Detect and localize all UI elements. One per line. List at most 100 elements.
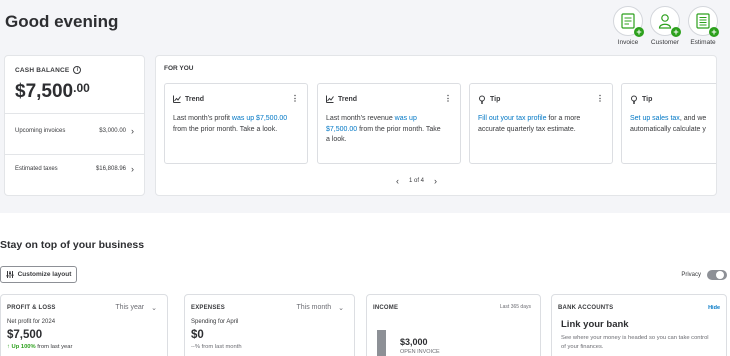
- insight-type: Trend: [185, 95, 205, 103]
- customer-icon: +: [650, 6, 681, 37]
- cash-balance-card: CASH BALANCE i $7,500.00 Upcoming invoic…: [4, 55, 145, 196]
- tip-link[interactable]: Fill out your tax profile: [478, 115, 546, 122]
- upcoming-invoices-row[interactable]: Upcoming invoices $3,000.00 ›: [15, 126, 134, 136]
- privacy-toggle[interactable]: [707, 270, 727, 280]
- plus-badge-icon: +: [634, 27, 644, 37]
- insight-card[interactable]: Trend ⋮ Last month's revenue was up $7,5…: [317, 83, 461, 164]
- insight-link[interactable]: was up: [395, 115, 417, 122]
- income-widget[interactable]: INCOME Last 365 days $3,000 OPEN INVOICE: [366, 294, 541, 356]
- quick-action-invoice[interactable]: + Invoice: [610, 6, 646, 46]
- widget-change: ↑ Up 100% from last year: [7, 344, 72, 350]
- chevron-right-icon: ›: [131, 164, 134, 174]
- period-label: This month: [296, 304, 332, 311]
- widget-title: BANK ACCOUNTS: [558, 305, 614, 311]
- change-value: ↑ Up 100%: [7, 344, 36, 350]
- more-options-icon[interactable]: ⋮: [291, 94, 299, 103]
- income-amount: $3,000: [400, 337, 428, 347]
- widget-change: --% from last month: [191, 344, 242, 350]
- hide-link[interactable]: Hide: [708, 305, 720, 311]
- insight-text-part: Last month's revenue: [326, 115, 395, 122]
- chevron-right-icon[interactable]: ›: [434, 176, 437, 186]
- tip-link[interactable]: Set up sales tax: [630, 115, 680, 122]
- quick-action-estimate[interactable]: + Estimate: [685, 6, 721, 46]
- cash-balance-amount-cents: .00: [73, 81, 90, 95]
- lightbulb-icon: [631, 95, 637, 104]
- income-label: OPEN INVOICE: [400, 349, 440, 355]
- insight-header: Trend: [326, 95, 357, 103]
- insight-card[interactable]: Trend ⋮ Last month's profit was up $7,50…: [164, 83, 308, 164]
- insight-text-part: from the prior month. Take a look.: [173, 125, 278, 133]
- divider: [5, 154, 144, 155]
- toggle-knob: [716, 271, 724, 279]
- insight-text: Last month's profit was up $7,500.00 fro…: [173, 114, 301, 135]
- chevron-down-icon: ⌄: [151, 305, 157, 312]
- insight-text: Last month's revenue was up $7,500.00 fr…: [326, 114, 454, 146]
- chevron-right-icon: ›: [131, 126, 134, 136]
- insight-text-part: a look.: [326, 136, 347, 143]
- cash-balance-amount: $7,500.00: [15, 81, 90, 103]
- widget-amount: $7,500: [7, 329, 43, 341]
- period-dropdown[interactable]: This year ⌄: [115, 304, 157, 312]
- insight-link[interactable]: $7,500.00: [326, 126, 357, 133]
- divider: [5, 113, 144, 114]
- period-dropdown[interactable]: This month ⌄: [297, 304, 345, 312]
- widget-title: PROFIT & LOSS: [7, 305, 56, 311]
- estimated-taxes-row[interactable]: Estimated taxes $16,808.96 ›: [15, 164, 134, 174]
- cash-balance-amount-main: $7,500: [15, 81, 74, 102]
- tip-text: Set up sales tax, and we automatically c…: [630, 114, 716, 135]
- carousel-pager: ‹ 1 of 4 ›: [396, 176, 437, 186]
- tip-card[interactable]: Tip ⋮ Fill out your tax profile for a mo…: [469, 83, 613, 164]
- widget-amount: $0: [191, 329, 204, 341]
- tip-type: Tip: [490, 96, 501, 103]
- bank-description: See where your money is headed so you ca…: [561, 335, 709, 350]
- chevron-down-icon: ⌄: [338, 305, 344, 312]
- quick-action-label: Estimate: [690, 39, 716, 46]
- tip-card[interactable]: Tip Set up sales tax, and we automatical…: [621, 83, 716, 164]
- privacy-control: Privacy: [681, 270, 727, 280]
- more-options-icon[interactable]: ⋮: [596, 94, 604, 103]
- profit-loss-widget[interactable]: PROFIT & LOSS This year ⌄ Net profit for …: [0, 294, 168, 356]
- cash-balance-header: CASH BALANCE i: [15, 66, 82, 74]
- cash-balance-title: CASH BALANCE: [15, 66, 70, 74]
- bank-accounts-widget[interactable]: BANK ACCOUNTS Hide Link your bank See wh…: [551, 294, 727, 356]
- widget-title: INCOME: [373, 305, 399, 311]
- more-options-icon[interactable]: ⋮: [444, 94, 452, 103]
- widget-title: EXPENSES: [191, 305, 225, 311]
- quick-action-customer[interactable]: + Customer: [647, 6, 683, 46]
- for-you-card: FOR YOU Trend ⋮ Last month's profit was …: [155, 55, 717, 196]
- quick-action-label: Invoice: [617, 39, 639, 46]
- sliders-icon: [6, 271, 14, 278]
- tip-text-part: accurate quarterly tax estimate.: [478, 125, 576, 133]
- widget-subtitle: Spending for April: [191, 319, 239, 325]
- customize-layout-label: Customize layout: [17, 271, 72, 278]
- lightbulb-icon: [479, 95, 485, 104]
- insight-text-part: from the prior month. Take: [357, 125, 441, 133]
- link-bank-heading: Link your bank: [561, 319, 629, 330]
- tip-text-part: for a more: [546, 115, 581, 122]
- row-label: Upcoming invoices: [15, 128, 66, 134]
- customize-layout-button[interactable]: Customize layout: [0, 266, 77, 283]
- row-value: $3,000.00: [99, 128, 126, 134]
- income-bar: [377, 330, 386, 356]
- info-icon[interactable]: i: [73, 66, 82, 74]
- section-title: Stay on top of your business: [0, 239, 145, 251]
- widget-subtitle: Net profit for 2024: [7, 319, 56, 325]
- chevron-left-icon[interactable]: ‹: [396, 176, 399, 186]
- row-value: $16,808.96: [95, 166, 126, 172]
- for-you-title: FOR YOU: [164, 65, 194, 72]
- invoice-icon: +: [613, 6, 644, 37]
- quick-action-label: Customer: [650, 39, 680, 46]
- tip-text-part: , and we: [679, 115, 707, 122]
- greeting-title: Good evening: [5, 12, 119, 31]
- plus-badge-icon: +: [709, 27, 719, 37]
- insight-link[interactable]: was up $7,500.00: [232, 115, 287, 122]
- plus-badge-icon: +: [671, 27, 681, 37]
- tip-header: Tip: [630, 95, 652, 104]
- insight-text-part: Last month's profit: [173, 115, 232, 122]
- widget-period: Last 365 days: [499, 304, 531, 310]
- insight-header: Trend: [173, 95, 204, 103]
- trend-icon: [326, 95, 334, 103]
- expenses-widget[interactable]: EXPENSES This month ⌄ Spending for April …: [184, 294, 355, 356]
- period-label: This year: [115, 304, 145, 311]
- tip-header: Tip: [478, 95, 500, 104]
